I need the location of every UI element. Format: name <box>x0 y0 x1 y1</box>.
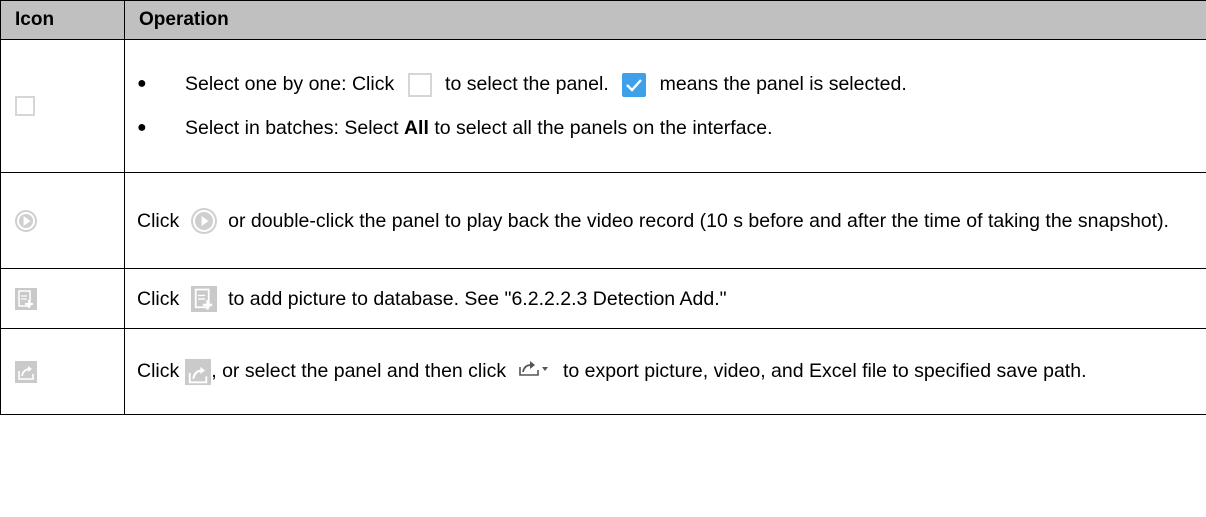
header-operation: Operation <box>124 0 1206 40</box>
operation-text: Click or double-click the panel to play … <box>125 199 1206 243</box>
table-row: Click to add picture to database. See "6… <box>0 268 1206 329</box>
text: to select the panel. <box>445 73 609 95</box>
checkbox-unchecked-icon <box>407 72 432 97</box>
header-icon: Icon <box>0 0 125 40</box>
bullet-list: ● Select one by one: Click to select the… <box>125 70 1206 142</box>
operation-cell: Click, or select the panel and then clic… <box>124 328 1206 415</box>
icon-cell <box>0 172 125 269</box>
operations-table: Icon Operation ● Select one by one: Clic… <box>0 0 1206 415</box>
table-row: Click, or select the panel and then clic… <box>0 328 1206 415</box>
operation-text: Click to add picture to database. See "6… <box>125 285 1206 313</box>
operation-text: Click, or select the panel and then clic… <box>125 349 1206 394</box>
icon-cell <box>0 39 125 173</box>
play-icon <box>190 208 217 235</box>
operation-cell: ● Select one by one: Click to select the… <box>124 39 1206 173</box>
table-row: ● Select one by one: Click to select the… <box>0 39 1206 173</box>
text: to select all the panels on the interfac… <box>434 117 773 139</box>
list-item: ● Select in batches: Select All to selec… <box>137 117 773 139</box>
table-row: Click or double-click the panel to play … <box>0 172 1206 269</box>
play-icon <box>15 209 37 232</box>
list-item: ● Select one by one: Click to select the… <box>137 72 907 97</box>
export-dropdown-icon <box>518 350 552 394</box>
operation-cell: Click or double-click the panel to play … <box>124 172 1206 269</box>
text: Select in batches: Select <box>185 117 399 139</box>
add-to-database-icon <box>190 286 217 313</box>
header-row: Icon Operation <box>0 0 1206 40</box>
add-to-database-icon <box>15 287 37 310</box>
export-icon <box>185 358 212 385</box>
text: means the panel is selected. <box>659 73 907 95</box>
icon-cell <box>0 268 125 329</box>
icon-cell <box>0 328 125 415</box>
export-icon <box>15 360 37 383</box>
bold-text: All <box>403 117 429 139</box>
checkbox-checked-icon <box>622 72 647 97</box>
checkbox-unchecked-icon <box>15 96 35 116</box>
text: Select one by one: Click <box>185 73 395 95</box>
operation-cell: Click to add picture to database. See "6… <box>124 268 1206 329</box>
